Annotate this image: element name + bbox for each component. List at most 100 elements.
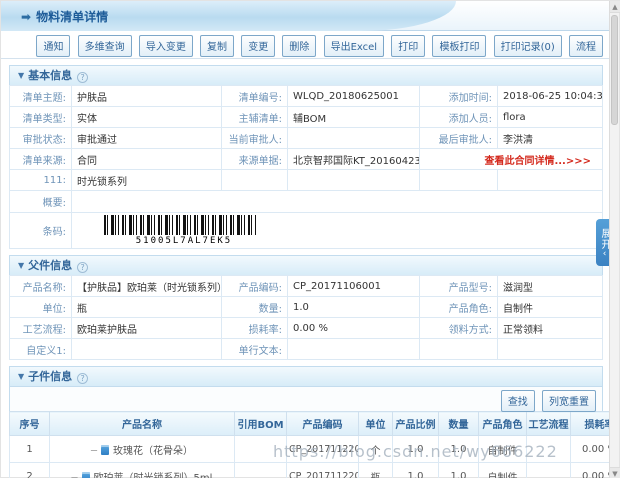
child-info-header[interactable]: ▼子件信息?	[9, 366, 603, 386]
column-header-loss[interactable]: 损耗率	[571, 412, 612, 436]
field-label	[420, 170, 498, 191]
column-header-seq[interactable]: 序号	[10, 412, 50, 436]
template-print-button[interactable]: 模板打印	[432, 35, 486, 57]
table-row: 工艺流程: 欧珀莱护肤品 损耗率: 0.00 % 领料方式: 正常领料	[10, 318, 603, 339]
tree-branch-icon: ─	[91, 446, 97, 457]
field-value: CP_20171106001	[288, 276, 420, 297]
column-header-refbom[interactable]: 引用BOM	[235, 412, 287, 436]
scroll-up-icon[interactable]: ▲	[610, 1, 620, 13]
column-header-unit[interactable]: 单位	[359, 412, 393, 436]
field-value: 2018-06-25 10:04:37	[498, 86, 603, 107]
collapse-arrow-icon: ▼	[18, 261, 24, 270]
cell-product-name[interactable]: ─欧珀莱（时光锁系列）5ml	[50, 463, 235, 478]
source-doc-value: 北京智邦国际KT_20160423002	[288, 149, 420, 170]
contract-link-cell: 查看此合同详情...>>>	[420, 149, 603, 170]
delete-button[interactable]: 删除	[282, 35, 316, 57]
field-value: 滋润型	[498, 276, 603, 297]
cell-role: 自制件	[479, 436, 527, 463]
title-arrow-icon: ➡	[21, 10, 31, 24]
table-row: 审批状态: 审批通过 当前审批人: 最后审批人: 李洪清	[10, 128, 603, 149]
cell-ratio: 1.0	[393, 463, 439, 478]
basic-info-table: 清单主题: 护肤品 清单编号: WLQD_20180625001 添加时间: 2…	[9, 85, 603, 249]
field-label: 领料方式:	[420, 318, 498, 339]
basic-info-header[interactable]: ▼ 基本信息?	[9, 65, 603, 85]
chevron-left-icon: ‹	[603, 250, 607, 258]
section-title: 基本信息	[28, 69, 72, 82]
column-header-name[interactable]: 产品名称	[50, 412, 235, 436]
cell-loss: 0.00 %	[571, 436, 612, 463]
barcode-text: 51005L7AL7EK5	[104, 236, 264, 246]
field-label: 工艺流程:	[10, 318, 72, 339]
parent-info-table: 产品名称: 【护肤品】欧珀莱（时光锁系列）100ml 产品编码: CP_2017…	[9, 275, 603, 360]
parent-info-header[interactable]: ▼父件信息?	[9, 255, 603, 275]
field-value: 正常领料	[498, 318, 603, 339]
column-header-process[interactable]: 工艺流程	[527, 412, 571, 436]
child-table-toolbar: 查找 列宽重置	[9, 386, 603, 411]
help-icon[interactable]: ?	[77, 262, 88, 273]
view-contract-link[interactable]: 查看此合同详情...>>>	[425, 152, 597, 167]
field-value: 李洪清	[498, 128, 603, 149]
help-icon[interactable]: ?	[77, 72, 88, 83]
cell-ref-bom	[235, 463, 287, 478]
collapse-arrow-icon: ▼	[18, 71, 24, 80]
import-change-button[interactable]: 导入变更	[139, 35, 193, 57]
cell-ref-bom	[235, 436, 287, 463]
search-button[interactable]: 查找	[501, 390, 535, 412]
field-label: 清单来源:	[10, 149, 72, 170]
cell-qty: 1.0	[439, 463, 479, 478]
field-value: 自制件	[498, 297, 603, 318]
table-row[interactable]: 1 ─玫瑰花（花骨朵） CP_20171122004 个 1.0 1.0 自制件…	[10, 436, 612, 463]
column-header-code[interactable]: 产品编码	[287, 412, 359, 436]
cell-process	[527, 436, 571, 463]
export-excel-button[interactable]: 导出Excel	[324, 35, 385, 57]
field-value: 辅BOM	[288, 107, 420, 128]
help-icon[interactable]: ?	[77, 373, 88, 384]
field-label: 产品名称:	[10, 276, 72, 297]
reset-column-width-button[interactable]: 列宽重置	[542, 390, 596, 412]
column-header-ratio[interactable]: 产品比例	[393, 412, 439, 436]
field-value: flora	[498, 107, 603, 128]
change-button[interactable]: 变更	[241, 35, 275, 57]
table-row: 产品名称: 【护肤品】欧珀莱（时光锁系列）100ml 产品编码: CP_2017…	[10, 276, 603, 297]
print-button[interactable]: 打印	[391, 35, 425, 57]
field-value	[72, 339, 222, 360]
field-value	[498, 170, 603, 191]
main-content: ➡物料清单详情 通知 多维查询 导入变更 复制 变更 删除 导出Excel 打印…	[1, 1, 611, 478]
field-value: 0.00 %	[288, 318, 420, 339]
column-header-qty[interactable]: 数量	[439, 412, 479, 436]
field-label: 添加人员:	[420, 107, 498, 128]
cell-product-name[interactable]: ─玫瑰花（花骨朵）	[50, 436, 235, 463]
parent-info-section: ▼父件信息? 产品名称: 【护肤品】欧珀莱（时光锁系列）100ml 产品编码: …	[9, 255, 603, 360]
barcode: 51005L7AL7EK5	[104, 215, 264, 246]
print-log-button[interactable]: 打印记录(0)	[494, 35, 562, 57]
page-header: ➡物料清单详情	[1, 1, 611, 31]
field-value: 欧珀莱护肤品	[72, 318, 222, 339]
child-items-table: 序号 产品名称 引用BOM 产品编码 单位 产品比例 数量 产品角色 工艺流程 …	[9, 411, 611, 478]
field-value: 瓶	[72, 297, 222, 318]
table-row[interactable]: 2 ─欧珀莱（时光锁系列）5ml CP_20171122009 瓶 1.0 1.…	[10, 463, 612, 478]
child-info-section: ▼子件信息? 查找 列宽重置 序号 产品名称 引用BOM 产品编码 单位 产品比…	[9, 366, 603, 478]
column-header-role[interactable]: 产品角色	[479, 412, 527, 436]
notify-button[interactable]: 通知	[36, 35, 70, 57]
field-label: 损耗率:	[222, 318, 288, 339]
barcode-row: 条码: 51005L7AL7EK5	[10, 213, 603, 249]
multi-query-button[interactable]: 多维查询	[78, 35, 132, 57]
scrollbar-thumb[interactable]	[611, 15, 618, 125]
vertical-scrollbar[interactable]: ▲ ▼	[609, 1, 619, 478]
scroll-down-icon[interactable]: ▼	[610, 467, 620, 478]
child-table-header-row: 序号 产品名称 引用BOM 产品编码 单位 产品比例 数量 产品角色 工艺流程 …	[10, 412, 612, 436]
cell-process	[527, 463, 571, 478]
basic-info-section: ▼ 基本信息? 清单主题: 护肤品 清单编号: WLQD_20180625001 …	[9, 65, 603, 249]
cell-seq: 2	[10, 463, 50, 478]
field-label: 清单编号:	[222, 86, 288, 107]
cell-unit: 个	[359, 436, 393, 463]
field-label: 产品型号:	[420, 276, 498, 297]
field-label: 清单主题:	[10, 86, 72, 107]
field-label: 审批状态:	[10, 128, 72, 149]
field-label	[420, 339, 498, 360]
copy-button[interactable]: 复制	[200, 35, 234, 57]
field-label: 当前审批人:	[222, 128, 288, 149]
workflow-button[interactable]: 流程	[569, 35, 603, 57]
field-label: 主辅清单:	[222, 107, 288, 128]
summary-row: 概要:	[10, 191, 603, 213]
